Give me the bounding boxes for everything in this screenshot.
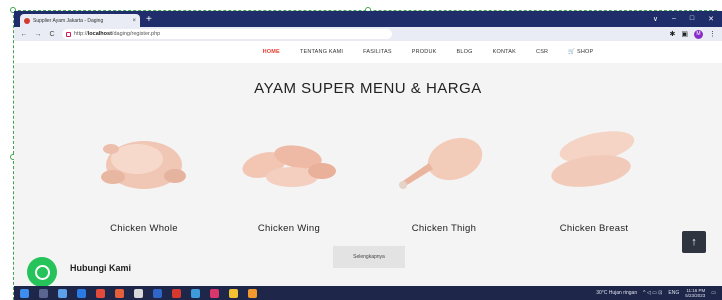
product-card[interactable]: Chicken Wing — [229, 119, 349, 234]
chrome-icon[interactable] — [96, 288, 105, 298]
whatsapp-button[interactable] — [27, 257, 57, 287]
nav-csr[interactable]: CSR — [536, 49, 548, 55]
url-prefix: http:// — [74, 31, 88, 37]
edge-icon[interactable] — [77, 288, 86, 298]
product-name: Chicken Whole — [110, 223, 178, 234]
chicken-breast-image — [551, 131, 635, 187]
product-name: Chicken Breast — [559, 223, 629, 234]
nav-home[interactable]: HOME — [263, 49, 280, 55]
browser-titlebar: Supplier Ayam Jakarta - Daging × + ∨ – □… — [14, 11, 722, 27]
word-icon[interactable] — [153, 288, 162, 298]
nav-produk[interactable]: PRODUK — [412, 49, 437, 55]
url-path: /daging/register.php — [111, 31, 161, 37]
website-content: HOME TENTANG KAMI FASILITAS PRODUK BLOG … — [14, 41, 722, 287]
maximize-button[interactable]: □ — [690, 15, 694, 23]
browser-tab[interactable]: Supplier Ayam Jakarta - Daging × — [20, 14, 140, 27]
section-heading: AYAM SUPER MENU & HARGA — [254, 80, 482, 97]
windows-taskbar: 30°C Hujan ringan ^ ◁ ▭ ⊡ ENG 11:16 PM 5… — [14, 286, 722, 300]
menu-dots-icon[interactable]: ⋮ — [709, 30, 716, 38]
clock-date: 5/23/2023 — [685, 293, 706, 298]
reload-icon[interactable]: C — [48, 31, 56, 38]
chicken-thigh-image — [399, 137, 483, 189]
settings-gear-icon[interactable] — [134, 288, 143, 298]
xampp-icon[interactable] — [248, 288, 257, 298]
product-card[interactable]: Chicken Thigh — [384, 119, 504, 234]
product-card[interactable]: Chicken Whole — [84, 119, 204, 234]
chicken-wing-image — [242, 145, 336, 187]
weather-status[interactable]: 30°C Hujan ringan — [596, 290, 637, 296]
forward-arrow-icon[interactable]: → — [34, 31, 42, 38]
nav-kontak[interactable]: KONTAK — [493, 49, 516, 55]
contact-label[interactable]: Hubungi Kami — [70, 263, 131, 273]
extensions-icon[interactable]: ✱ — [670, 30, 676, 38]
close-window-button[interactable]: ✕ — [708, 15, 714, 23]
nav-tentang-kami[interactable]: TENTANG KAMI — [300, 49, 343, 55]
new-tab-button[interactable]: + — [146, 13, 152, 27]
app-icon[interactable] — [115, 288, 124, 298]
site-navbar: HOME TENTANG KAMI FASILITAS PRODUK BLOG … — [14, 41, 722, 63]
tab-close-icon[interactable]: × — [132, 18, 136, 24]
app-icon[interactable] — [210, 288, 219, 298]
pdf-icon[interactable] — [172, 288, 181, 298]
star-app-icon[interactable] — [229, 288, 238, 298]
language-indicator[interactable]: ENG — [668, 290, 679, 296]
profile-avatar[interactable]: M — [694, 29, 703, 39]
notification-icon[interactable]: ▭ — [711, 290, 716, 296]
see-more-button[interactable]: Selengkapnya — [333, 246, 405, 268]
tab-search-button[interactable]: ∨ — [653, 15, 658, 23]
start-windows-icon[interactable] — [20, 288, 29, 298]
product-name: Chicken Thigh — [411, 223, 477, 234]
site-favicon-icon — [24, 17, 30, 24]
browser-toolbar: ← → C http://localhost/daging/register.p… — [14, 27, 722, 41]
app-icon[interactable] — [191, 288, 200, 298]
nav-shop[interactable]: 🛒 SHOP — [568, 49, 593, 55]
site-info-icon[interactable] — [66, 31, 71, 37]
tray-icons[interactable]: ^ ◁ ▭ ⊡ — [643, 290, 662, 296]
back-arrow-icon[interactable]: ← — [20, 31, 28, 38]
system-tray: 30°C Hujan ringan ^ ◁ ▭ ⊡ ENG 11:16 PM 5… — [596, 288, 716, 298]
address-bar[interactable]: http://localhost/daging/register.php — [62, 29, 392, 39]
sidebar-icon[interactable]: ▣ — [681, 30, 688, 38]
tab-title: Supplier Ayam Jakarta - Daging — [33, 17, 104, 24]
scroll-to-top-button[interactable]: ↑ — [682, 231, 706, 253]
task-view-icon[interactable] — [39, 288, 48, 298]
minimize-button[interactable]: – — [672, 15, 676, 23]
file-explorer-icon[interactable] — [58, 288, 67, 298]
product-card[interactable]: Chicken Breast — [534, 119, 654, 234]
product-name: Chicken Wing — [257, 223, 321, 234]
whatsapp-icon — [34, 264, 50, 280]
clock[interactable]: 11:16 PM 5/23/2023 — [685, 288, 705, 298]
url-host: localhost — [87, 31, 112, 37]
nav-fasilitas[interactable]: FASILITAS — [363, 49, 392, 55]
nav-blog[interactable]: BLOG — [457, 49, 473, 55]
whole-chicken-image — [101, 141, 186, 189]
